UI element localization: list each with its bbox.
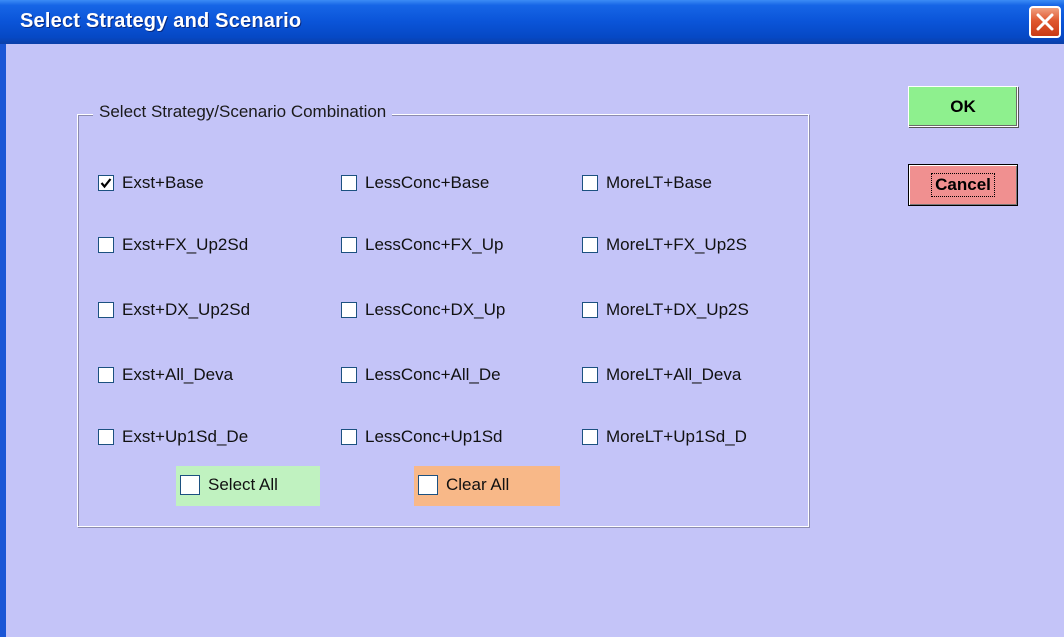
option-checkbox[interactable]: MoreLT+Up1Sd_D <box>582 426 747 448</box>
option-checkbox[interactable]: Exst+FX_Up2Sd <box>98 234 248 256</box>
checkbox-box[interactable] <box>98 175 114 191</box>
checkbox-box[interactable] <box>341 302 357 318</box>
checkmark-icon <box>100 178 112 189</box>
option-checkbox[interactable]: LessConc+DX_Up <box>341 299 505 321</box>
checkbox-box[interactable] <box>582 302 598 318</box>
checkbox-box[interactable] <box>98 302 114 318</box>
option-label: MoreLT+DX_Up2S <box>606 300 749 319</box>
window-title: Select Strategy and Scenario <box>20 10 302 32</box>
option-label: LessConc+DX_Up <box>365 300 506 319</box>
option-checkbox[interactable]: MoreLT+Base <box>582 172 712 194</box>
option-checkbox[interactable]: LessConc+FX_Up <box>341 234 503 256</box>
option-label: LessConc+FX_Up <box>365 235 504 254</box>
clear-all-checkbox[interactable]: Clear All <box>418 474 509 496</box>
checkbox-box[interactable] <box>341 175 357 191</box>
select-all-label: Select All <box>208 475 278 494</box>
option-label: MoreLT+All_Deva <box>606 365 742 384</box>
checkbox-box[interactable] <box>418 475 438 495</box>
checkbox-box[interactable] <box>180 475 200 495</box>
group-label: Select Strategy/Scenario Combination <box>93 102 393 122</box>
option-checkbox[interactable]: Exst+All_Deva <box>98 364 233 386</box>
option-label: LessConc+Base <box>365 173 490 192</box>
select-all-checkbox[interactable]: Select All <box>180 474 278 496</box>
option-checkbox[interactable]: Exst+Up1Sd_De <box>98 426 248 448</box>
checkbox-box[interactable] <box>341 367 357 383</box>
close-button[interactable] <box>1029 6 1061 38</box>
cancel-label: Cancel <box>931 173 995 197</box>
option-label: Exst+FX_Up2Sd <box>122 235 249 254</box>
option-checkbox[interactable]: MoreLT+FX_Up2S <box>582 234 747 256</box>
option-checkbox[interactable]: LessConc+All_De <box>341 364 501 386</box>
option-label: Exst+DX_Up2Sd <box>122 300 251 319</box>
option-label: Exst+Base <box>122 173 204 192</box>
option-label: MoreLT+Base <box>606 173 712 192</box>
option-label: Exst+Up1Sd_De <box>122 427 249 446</box>
checkbox-box[interactable] <box>98 367 114 383</box>
option-checkbox[interactable]: Exst+DX_Up2Sd <box>98 299 250 321</box>
checkbox-box[interactable] <box>582 367 598 383</box>
option-checkbox[interactable]: MoreLT+DX_Up2S <box>582 299 749 321</box>
option-label: LessConc+Up1Sd <box>365 427 503 446</box>
title-bar: Select Strategy and Scenario <box>0 0 1064 44</box>
checkbox-box[interactable] <box>98 429 114 445</box>
ok-button[interactable]: OK <box>908 86 1018 127</box>
checkbox-box[interactable] <box>341 237 357 253</box>
option-checkbox[interactable]: Exst+Base <box>98 172 204 194</box>
checkbox-box[interactable] <box>582 429 598 445</box>
checkbox-box[interactable] <box>98 237 114 253</box>
checkbox-box[interactable] <box>582 237 598 253</box>
option-checkbox[interactable]: LessConc+Up1Sd <box>341 426 503 448</box>
option-checkbox[interactable]: MoreLT+All_Deva <box>582 364 741 386</box>
option-label: MoreLT+FX_Up2S <box>606 235 747 254</box>
cancel-button[interactable]: Cancel <box>908 164 1018 206</box>
option-label: Exst+All_Deva <box>122 365 234 384</box>
checkbox-box[interactable] <box>341 429 357 445</box>
option-label: MoreLT+Up1Sd_D <box>606 427 747 446</box>
option-label: LessConc+All_De <box>365 365 501 384</box>
ok-label: OK <box>950 96 976 116</box>
close-icon <box>1036 13 1054 31</box>
option-checkbox[interactable]: LessConc+Base <box>341 172 489 194</box>
clear-all-label: Clear All <box>446 475 510 494</box>
checkbox-box[interactable] <box>582 175 598 191</box>
